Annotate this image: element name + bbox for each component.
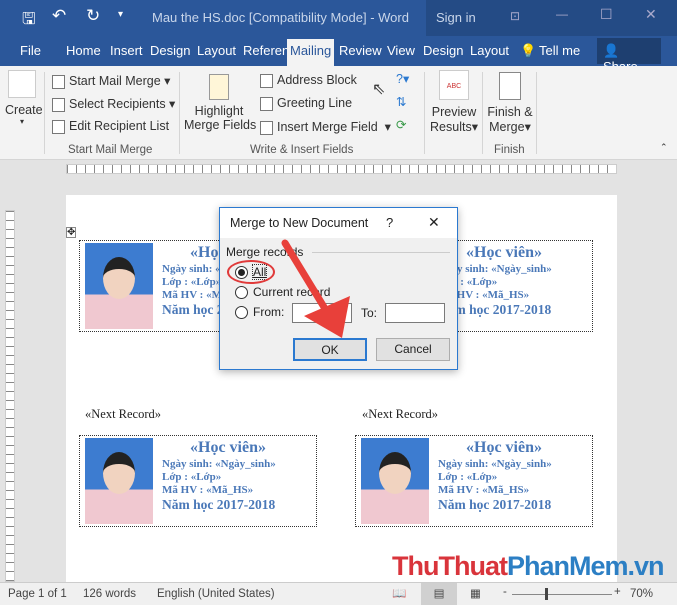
- web-layout-icon[interactable]: ▦: [470, 586, 481, 600]
- student-card: «Học viên» Ngày sinh: «Ngày_sinh»Lớp : «…: [79, 435, 317, 527]
- close-icon[interactable]: ✕: [645, 6, 657, 23]
- update-labels-icon[interactable]: ⟳: [396, 117, 406, 132]
- zoom-in-button[interactable]: +: [614, 586, 621, 598]
- merge-field-icon: [260, 120, 273, 135]
- to-label: To:: [361, 306, 378, 320]
- student-photo: [85, 243, 153, 329]
- tell-me-search[interactable]: Tell me: [539, 43, 580, 58]
- radio-current-record-label[interactable]: Current record: [253, 285, 330, 299]
- maximize-icon[interactable]: ☐: [600, 6, 613, 23]
- ok-button[interactable]: OK: [293, 338, 367, 361]
- table-move-handle-icon[interactable]: ✥: [66, 227, 77, 238]
- ribbon-display-icon[interactable]: ⊡: [510, 9, 520, 23]
- zoom-out-button[interactable]: -: [503, 586, 507, 598]
- zoom-level[interactable]: 70%: [630, 588, 653, 600]
- finish-merge-button[interactable]: Finish & Merge▾: [486, 72, 534, 134]
- radio-from[interactable]: [235, 306, 248, 319]
- edit-recipient-list-button[interactable]: Edit Recipient List: [52, 119, 169, 134]
- status-bar: Page 1 of 1 126 words English (United St…: [0, 582, 677, 605]
- preview-results-button[interactable]: ABC Preview Results▾: [430, 70, 478, 134]
- highlight-merge-fields-button[interactable]: Highlight Merge Fields: [184, 74, 256, 132]
- tab-review[interactable]: Review: [339, 43, 382, 58]
- zoom-slider-thumb[interactable]: [545, 588, 548, 600]
- collapse-ribbon-icon[interactable]: ⌃: [660, 142, 668, 153]
- from-input[interactable]: [292, 303, 352, 323]
- radio-from-label[interactable]: From:: [253, 305, 284, 319]
- tab-table-design[interactable]: Design: [423, 43, 463, 58]
- horizontal-ruler[interactable]: [0, 160, 677, 178]
- tab-layout[interactable]: Layout: [197, 43, 236, 58]
- greeting-line-button[interactable]: Greeting Line: [260, 96, 352, 111]
- help-button[interactable]: ?: [386, 215, 393, 230]
- document-icon: [52, 74, 65, 89]
- minimize-icon[interactable]: —: [556, 7, 568, 21]
- watermark: ThuThuatPhanMem.vn: [392, 551, 665, 581]
- mailings-ribbon: Create ▾ Start Mail Merge ▾ Select Recipi…: [0, 66, 677, 160]
- tab-design[interactable]: Design: [150, 43, 190, 58]
- word-count[interactable]: 126 words: [83, 588, 136, 600]
- zoom-slider[interactable]: [512, 594, 612, 595]
- greeting-line-icon: [260, 96, 273, 111]
- merge-records-group-label: Merge records: [226, 245, 304, 259]
- page-count[interactable]: Page 1 of 1: [8, 588, 67, 600]
- envelope-icon: [8, 70, 36, 98]
- address-block-icon: [260, 73, 273, 88]
- share-button[interactable]: 👤 Share: [597, 38, 661, 74]
- start-mail-merge-button[interactable]: Start Mail Merge ▾: [52, 73, 170, 89]
- customize-qat-icon[interactable]: ▾: [118, 9, 123, 20]
- person-icon: 👤: [603, 43, 620, 58]
- tab-table-layout[interactable]: Layout: [470, 43, 509, 58]
- lightbulb-icon: 💡: [520, 43, 537, 58]
- vertical-ruler[interactable]: [0, 195, 20, 582]
- ribbon-tabs: File Home Insert Design Layout Referen M…: [0, 36, 677, 74]
- print-layout-icon[interactable]: ▤: [421, 583, 457, 605]
- cancel-button[interactable]: Cancel: [376, 338, 450, 361]
- redo-icon[interactable]: ↻: [86, 6, 100, 26]
- language[interactable]: English (United States): [157, 588, 275, 600]
- edit-list-icon: [52, 119, 65, 134]
- merge-to-new-document-dialog: Merge to New Document ? ✕ Merge records …: [219, 207, 458, 370]
- student-photo: [361, 438, 429, 524]
- next-record-field: «Next Record»: [85, 407, 162, 421]
- match-fields-icon[interactable]: ⇅: [396, 94, 406, 109]
- next-record-field: «Next Record»: [362, 407, 439, 421]
- tab-home[interactable]: Home: [66, 43, 101, 58]
- recipients-icon: [52, 97, 65, 112]
- read-mode-icon[interactable]: 📖: [392, 586, 406, 600]
- group-label: Finish: [494, 144, 525, 156]
- select-recipients-button[interactable]: Select Recipients ▾: [52, 96, 175, 112]
- sign-in-link[interactable]: Sign in: [436, 10, 476, 25]
- group-label: Start Mail Merge: [68, 144, 153, 156]
- tab-insert[interactable]: Insert: [110, 43, 143, 58]
- window-title: Mau the HS.doc [Compatibility Mode] - Wo…: [152, 10, 409, 25]
- address-block-button[interactable]: Address Block: [260, 73, 357, 88]
- tab-references[interactable]: Referen: [243, 43, 289, 58]
- tab-mailings[interactable]: Mailing: [287, 39, 335, 66]
- highlight-icon: [209, 74, 229, 100]
- student-photo: [85, 438, 153, 524]
- undo-icon[interactable]: ↶: [52, 6, 66, 26]
- create-button[interactable]: Create ▾: [5, 70, 43, 126]
- dialog-title: Merge to New Document: [230, 216, 369, 230]
- group-label: Write & Insert Fields: [250, 144, 354, 156]
- tab-file[interactable]: File: [20, 43, 41, 58]
- title-bar: 🖫 ↶ ↻ ▾ Mau the HS.doc [Compatibility Mo…: [0, 0, 677, 66]
- student-card: «Học viên» Ngày sinh: «Ngày_sinh»Lớp : «…: [355, 435, 593, 527]
- radio-current-record[interactable]: [235, 286, 248, 299]
- dialog-close-button[interactable]: ✕: [428, 214, 440, 231]
- mouse-cursor-icon: ⇖: [372, 81, 386, 98]
- save-icon[interactable]: 🖫: [22, 8, 36, 35]
- highlight-ellipse: [227, 260, 275, 284]
- finish-merge-icon: [499, 72, 521, 100]
- preview-abc-icon: ABC: [439, 70, 469, 100]
- rules-icon[interactable]: ?▾: [396, 71, 409, 86]
- to-input[interactable]: [385, 303, 445, 323]
- insert-merge-field-button[interactable]: Insert Merge Field ▾: [260, 119, 391, 135]
- tab-view[interactable]: View: [387, 43, 415, 58]
